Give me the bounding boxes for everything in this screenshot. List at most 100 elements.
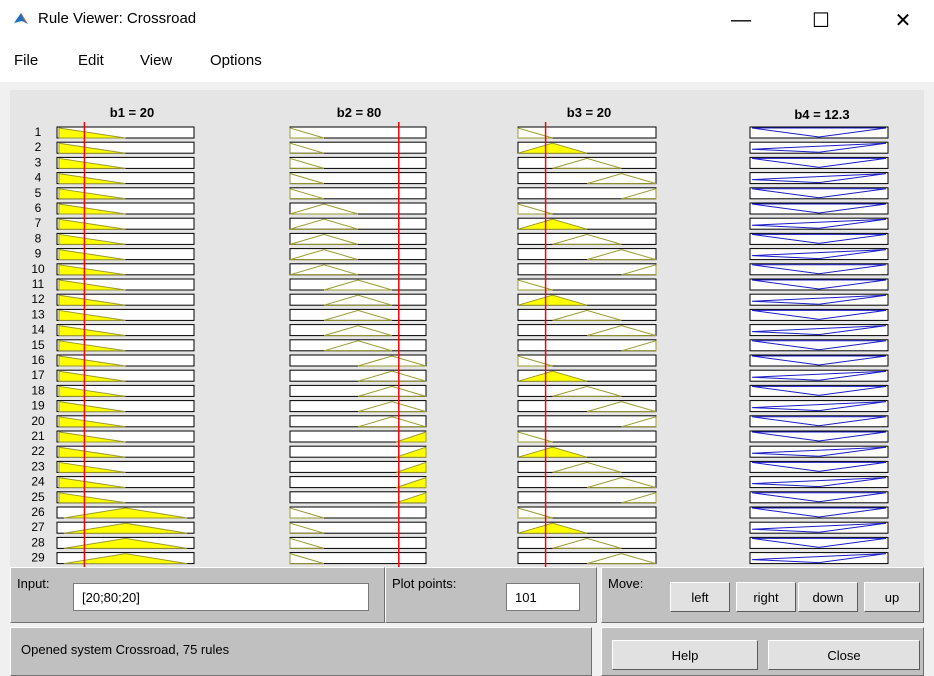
variable-header: b4 = 12.3	[794, 107, 849, 122]
minimize-button[interactable]: —	[718, 0, 764, 40]
rule-cell	[289, 172, 427, 185]
status-text: Opened system Crossroad, 75 rules	[21, 642, 230, 657]
rule-cell	[749, 491, 889, 504]
plot-points-panel: Plot points: 101	[385, 567, 597, 623]
rule-number: 25	[31, 490, 45, 504]
rule-number: 15	[31, 338, 45, 352]
rule-cell	[517, 430, 657, 443]
rule-number: 27	[31, 520, 45, 534]
plot-points-field[interactable]: 101	[506, 583, 580, 611]
rule-cell	[517, 536, 657, 549]
rule-cell	[749, 384, 889, 397]
rule-cell	[749, 308, 889, 321]
rule-cell	[517, 278, 657, 291]
rule-cell	[517, 415, 657, 428]
rule-cell	[289, 536, 427, 549]
rule-cell	[289, 339, 427, 352]
variable-header: b2 = 80	[337, 105, 381, 120]
rule-cell	[749, 354, 889, 367]
status-panel: Opened system Crossroad, 75 rules	[10, 627, 592, 676]
rule-cell	[289, 156, 427, 169]
rule-cell	[749, 126, 889, 139]
rule-cell	[749, 460, 889, 473]
rule-number: 19	[31, 399, 45, 413]
rule-cell	[517, 491, 657, 504]
maximize-button[interactable]: ☐	[798, 0, 844, 40]
rule-number: 5	[35, 186, 42, 200]
plot-points-label: Plot points:	[392, 576, 457, 591]
title-bar: Rule Viewer: Crossroad — ☐ ✕	[0, 0, 934, 40]
menu-view[interactable]: View	[140, 52, 172, 69]
rule-number: 12	[31, 292, 45, 306]
close-button[interactable]: Close	[768, 640, 920, 670]
rule-cell	[289, 126, 427, 139]
rule-cell	[517, 202, 657, 215]
rule-number: 23	[31, 459, 45, 473]
rule-cell	[517, 354, 657, 367]
help-button[interactable]: Help	[612, 640, 758, 670]
rule-cell	[749, 156, 889, 169]
rule-cell	[749, 232, 889, 245]
rule-cell	[749, 506, 889, 519]
rule-number: 4	[35, 171, 42, 185]
rule-number: 22	[31, 444, 45, 458]
rule-cell	[749, 536, 889, 549]
rule-number: 1	[35, 125, 42, 139]
input-panel: Input: [20;80;20]	[10, 567, 385, 623]
move-up-button[interactable]: up	[864, 582, 920, 612]
matlab-icon	[14, 13, 28, 24]
rule-cell	[289, 506, 427, 519]
variable-header: b1 = 20	[110, 105, 154, 120]
rule-number: 2	[35, 140, 42, 154]
rule-cell	[517, 506, 657, 519]
rule-cell	[749, 430, 889, 443]
rule-cell	[289, 141, 427, 154]
rule-cell	[289, 187, 427, 200]
rule-number: 11	[32, 277, 45, 291]
rule-cell	[749, 278, 889, 291]
rule-cell	[749, 187, 889, 200]
rule-number: 10	[31, 262, 45, 276]
close-icon: ✕	[894, 9, 912, 32]
rule-cell	[517, 156, 657, 169]
rule-number: 24	[31, 475, 45, 489]
rule-cell	[289, 293, 427, 306]
menu-file[interactable]: File	[14, 52, 38, 69]
rule-number: 3	[35, 155, 42, 169]
rule-cell	[517, 232, 657, 245]
window-title: Rule Viewer: Crossroad	[38, 10, 197, 27]
input-label: Input:	[17, 576, 50, 591]
close-window-button[interactable]: ✕	[880, 0, 926, 40]
rule-cell	[749, 415, 889, 428]
menu-bar: File Edit View Options	[0, 40, 934, 82]
move-left-button[interactable]: left	[670, 582, 730, 612]
rule-number: 28	[31, 535, 45, 549]
rule-cell	[517, 308, 657, 321]
move-down-button[interactable]: down	[798, 582, 858, 612]
move-right-button[interactable]: right	[736, 582, 796, 612]
rule-cell	[289, 521, 427, 534]
variable-header: b3 = 20	[567, 105, 611, 120]
rule-cell	[749, 263, 889, 276]
rule-number: 26	[31, 505, 45, 519]
rule-cell	[517, 263, 657, 276]
maximize-icon: ☐	[812, 9, 830, 32]
input-field[interactable]: [20;80;20]	[73, 583, 369, 611]
rule-cell	[289, 278, 427, 291]
help-close-panel: Help Close	[601, 627, 924, 676]
rule-cell	[289, 324, 427, 337]
menu-edit[interactable]: Edit	[78, 52, 104, 69]
rule-cell	[517, 460, 657, 473]
rule-plot-area: b1 = 20 b2 = 80 b3 = 20 b4 = 12.3 1 2 3 4 5 6 7 8 9 1…	[10, 90, 924, 567]
rule-number: 13	[31, 307, 45, 321]
rule-number: 7	[35, 216, 42, 230]
rule-cell	[517, 126, 657, 139]
rule-cell	[517, 187, 657, 200]
rule-number: 20	[31, 414, 45, 428]
rule-plots: b1 = 20 b2 = 80 b3 = 20 b4 = 12.31234567891…	[31, 105, 889, 567]
rule-number: 29	[31, 551, 45, 565]
menu-options[interactable]: Options	[210, 52, 262, 69]
rule-number: 14	[31, 323, 45, 337]
rule-cell	[517, 339, 657, 352]
rule-number: 6	[35, 201, 42, 215]
